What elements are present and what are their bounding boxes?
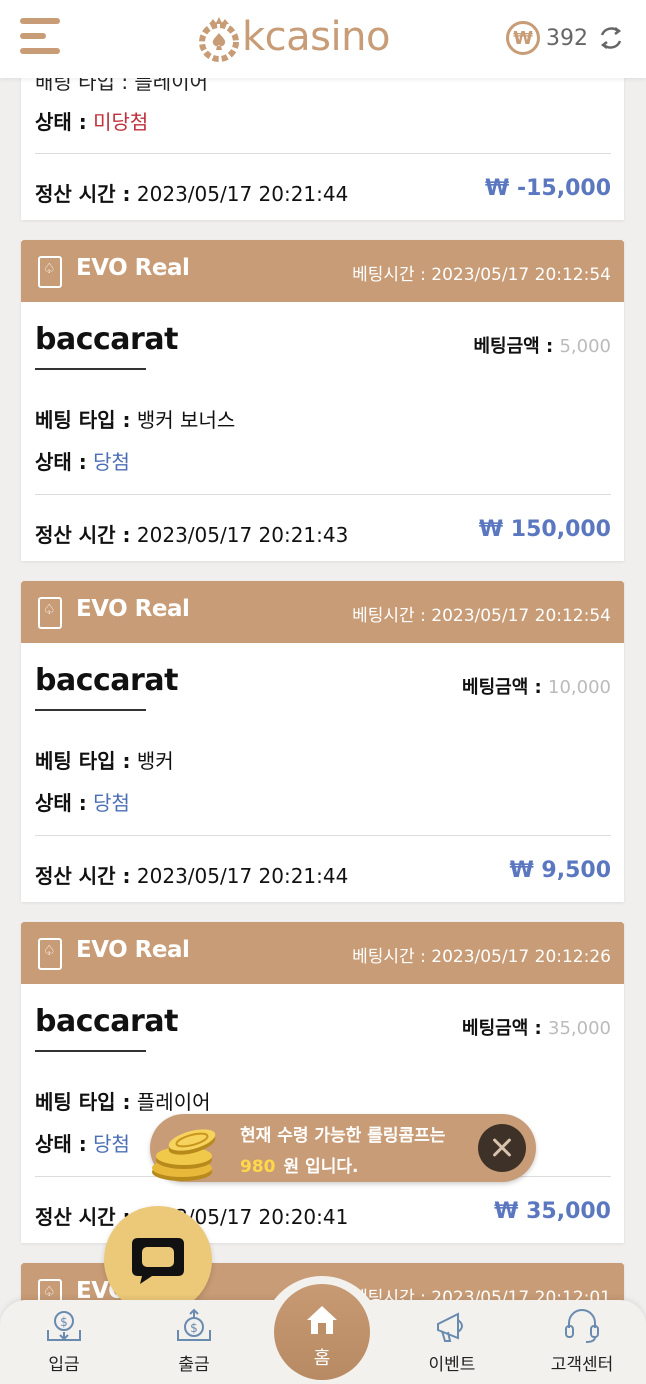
game-name: baccarat (35, 322, 178, 357)
provider-name: EVO Real (76, 937, 190, 963)
result-amount: ₩ 35,000 (494, 1199, 611, 1224)
bet-type-row: 베팅 타입 : 뱅커 보너스 (35, 408, 236, 432)
svg-text:$: $ (60, 1315, 68, 1329)
bet-history-card: EVO Real 베팅시간 : 2023/05/17 20:12:26 bacc… (21, 922, 624, 1243)
bet-time: 베팅시간 : 2023/05/17 20:12:54 (352, 606, 611, 626)
chat-bubble-icon (132, 1238, 184, 1284)
nav-withdraw[interactable]: $ 출금 (144, 1308, 244, 1380)
gold-coins-icon (152, 1129, 216, 1181)
bet-history-card: EVO Real 베팅시간 : 2023/05/17 20:12:54 bacc… (21, 581, 624, 902)
balance: ₩ 392 (506, 18, 626, 58)
card-spade-icon (38, 938, 62, 970)
status-value: 당첨 (93, 1132, 130, 1156)
bet-type-row: 베팅 타입 : 뱅커 (35, 749, 174, 773)
deposit-icon: $ (47, 1311, 81, 1341)
status-row: 상태 : 당첨 (35, 450, 130, 474)
game-underline (35, 1050, 146, 1052)
provider-name: EVO Real (76, 596, 190, 622)
game-underline (35, 368, 146, 370)
bet-time: 베팅시간 : 2023/05/17 20:12:26 (352, 947, 611, 967)
bet-type-row: 베팅 타입 : 플레이어 (35, 1090, 211, 1114)
provider-name: EVO Real (76, 255, 190, 281)
game-underline (35, 709, 146, 711)
refresh-icon[interactable] (596, 23, 626, 53)
card-spade-icon (38, 597, 62, 629)
megaphone-icon (437, 1312, 463, 1342)
nav-event[interactable]: 이벤트 (402, 1308, 502, 1380)
game-name: baccarat (35, 1004, 178, 1039)
logo[interactable]: kcasino (198, 12, 414, 66)
status-row: 상태 : 당첨 (35, 791, 130, 815)
status-row: 상태 : 미당첨 (35, 110, 149, 134)
nav-withdraw-label: 출금 (178, 1355, 210, 1375)
divider (35, 153, 611, 154)
comp-amount: 980 (240, 1157, 276, 1177)
svg-text:$: $ (190, 1321, 198, 1335)
result-amount: ₩ 9,500 (509, 858, 611, 883)
divider (35, 835, 611, 836)
nav-deposit-label: 입금 (48, 1355, 80, 1375)
rolling-comp-popup[interactable]: 현재 수령 가능한 롤링콤프는 980 원 입니다. (150, 1114, 536, 1182)
menu-icon[interactable] (20, 14, 62, 58)
header: kcasino ₩ 392 (0, 0, 646, 78)
won-coin-icon: ₩ (506, 21, 540, 55)
close-icon[interactable] (478, 1124, 526, 1172)
card-header: EVO Real 베팅시간 : 2023/05/17 20:12:54 (21, 240, 624, 302)
logo-chip-icon (199, 17, 239, 62)
page: kcasino ₩ 392 배팅 타입 : 플레이어 상태 : 미당첨 정산 시… (0, 0, 646, 1384)
game-name: baccarat (35, 663, 178, 698)
status-value: 당첨 (93, 791, 130, 815)
popup-message: 현재 수령 가능한 롤링콤프는 (240, 1126, 446, 1146)
card-spade-icon (38, 256, 62, 288)
popup-amount-line: 980 원 입니다. (240, 1157, 359, 1177)
bet-amount: 베팅금액 : 5,000 (473, 336, 611, 357)
bet-history-card: EVO Real 베팅시간 : 2023/05/17 20:12:54 bacc… (21, 240, 624, 561)
settle-row: 정산 시간 : 2023/05/17 20:21:43 (35, 523, 349, 547)
nav-support[interactable]: 고객센터 (532, 1308, 632, 1380)
bet-amount: 베팅금액 : 35,000 (462, 1018, 611, 1039)
nav-support-label: 고객센터 (550, 1355, 614, 1375)
withdraw-icon: $ (177, 1308, 211, 1341)
headset-icon (565, 1309, 599, 1343)
card-header: EVO Real 베팅시간 : 2023/05/17 20:12:54 (21, 581, 624, 643)
status-value: 당첨 (93, 450, 130, 474)
bet-time: 베팅시간 : 2023/05/17 20:12:54 (352, 265, 611, 285)
result-amount: ₩ 150,000 (478, 517, 611, 542)
home-icon (307, 1306, 337, 1334)
settle-row: 정산 시간 : 2023/05/17 20:21:44 (35, 864, 349, 888)
nav-event-label: 이벤트 (428, 1355, 476, 1375)
balance-value: 392 (546, 25, 588, 51)
status-row: 상태 : 당첨 (35, 1132, 130, 1156)
nav-deposit[interactable]: $ 입금 (14, 1308, 114, 1380)
status-value: 미당첨 (93, 110, 149, 134)
nav-home-label: 홈 (313, 1348, 331, 1369)
chat-button[interactable] (104, 1206, 212, 1314)
nav-home[interactable]: 홈 (274, 1284, 370, 1380)
bet-amount: 베팅금액 : 10,000 (462, 677, 611, 698)
card-header: EVO Real 베팅시간 : 2023/05/17 20:12:26 (21, 922, 624, 984)
divider (35, 494, 611, 495)
settle-row: 정산 시간 : 2023/05/17 20:21:44 (35, 182, 349, 206)
result-amount: ₩ -15,000 (485, 176, 611, 201)
logo-text: kcasino (242, 14, 390, 60)
